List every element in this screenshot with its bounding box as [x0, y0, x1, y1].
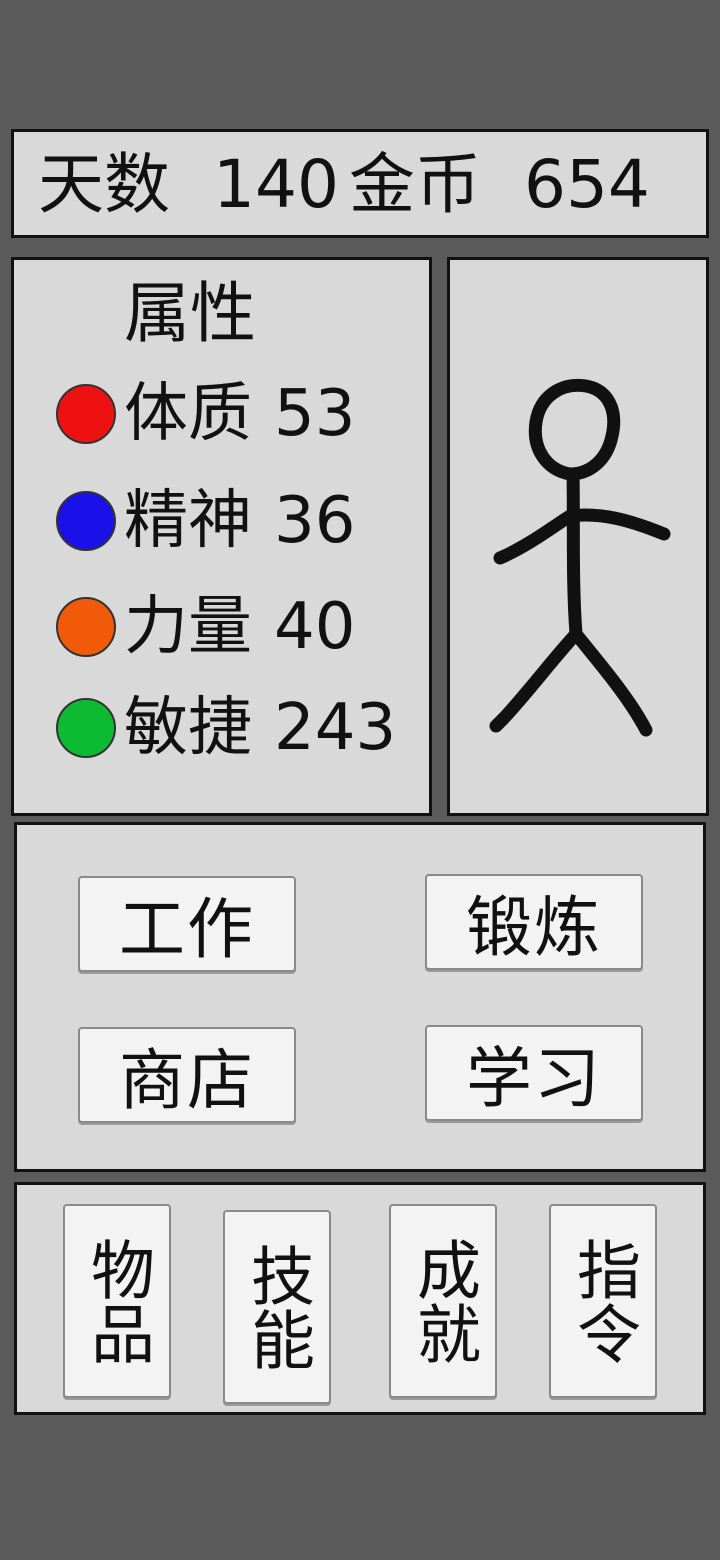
stat-label: 敏捷 — [124, 691, 252, 765]
stat-label: 力量 — [124, 590, 252, 664]
stat-value: 36 — [274, 484, 356, 558]
stat-row-spirit: 精神 36 — [56, 481, 355, 561]
study-button[interactable]: 学习 — [425, 1025, 643, 1121]
attributes-panel: 属性 体质 53 精神 36 力量 40 敏捷 243 — [11, 257, 432, 816]
achievements-button[interactable]: 成就 — [389, 1204, 497, 1398]
skills-button[interactable]: 技能 — [223, 1210, 331, 1404]
character-panel — [447, 257, 709, 816]
actions-panel: 工作 锻炼 商店 学习 — [14, 822, 706, 1172]
stat-value: 40 — [274, 590, 356, 664]
days-label: 天数 — [38, 146, 170, 223]
stat-label: 体质 — [124, 377, 252, 451]
green-dot-icon — [56, 698, 116, 758]
stat-row-strength: 力量 40 — [56, 587, 355, 667]
status-bar: 天数 140 金币 654 — [11, 129, 709, 238]
blue-dot-icon — [56, 491, 116, 551]
exercise-button[interactable]: 锻炼 — [425, 874, 643, 970]
stat-row-agility: 敏捷 243 — [56, 688, 396, 768]
stat-value: 53 — [274, 377, 356, 451]
attributes-title: 属性 — [124, 275, 256, 352]
days-value: 140 — [212, 146, 339, 223]
gold-value: 654 — [523, 146, 650, 223]
items-button[interactable]: 物品 — [63, 1204, 171, 1398]
stick-figure-icon — [489, 378, 671, 737]
status-text: 天数 140 金币 654 — [38, 142, 650, 228]
commands-button[interactable]: 指令 — [549, 1204, 657, 1398]
orange-dot-icon — [56, 597, 116, 657]
stat-label: 精神 — [124, 484, 252, 558]
gold-label: 金币 — [348, 146, 481, 223]
stat-value: 243 — [274, 691, 397, 765]
shop-button[interactable]: 商店 — [78, 1027, 296, 1123]
stat-row-constitution: 体质 53 — [56, 374, 355, 454]
work-button[interactable]: 工作 — [78, 876, 296, 972]
bottom-nav-panel: 物品 技能 成就 指令 — [14, 1182, 706, 1415]
red-dot-icon — [56, 384, 116, 444]
